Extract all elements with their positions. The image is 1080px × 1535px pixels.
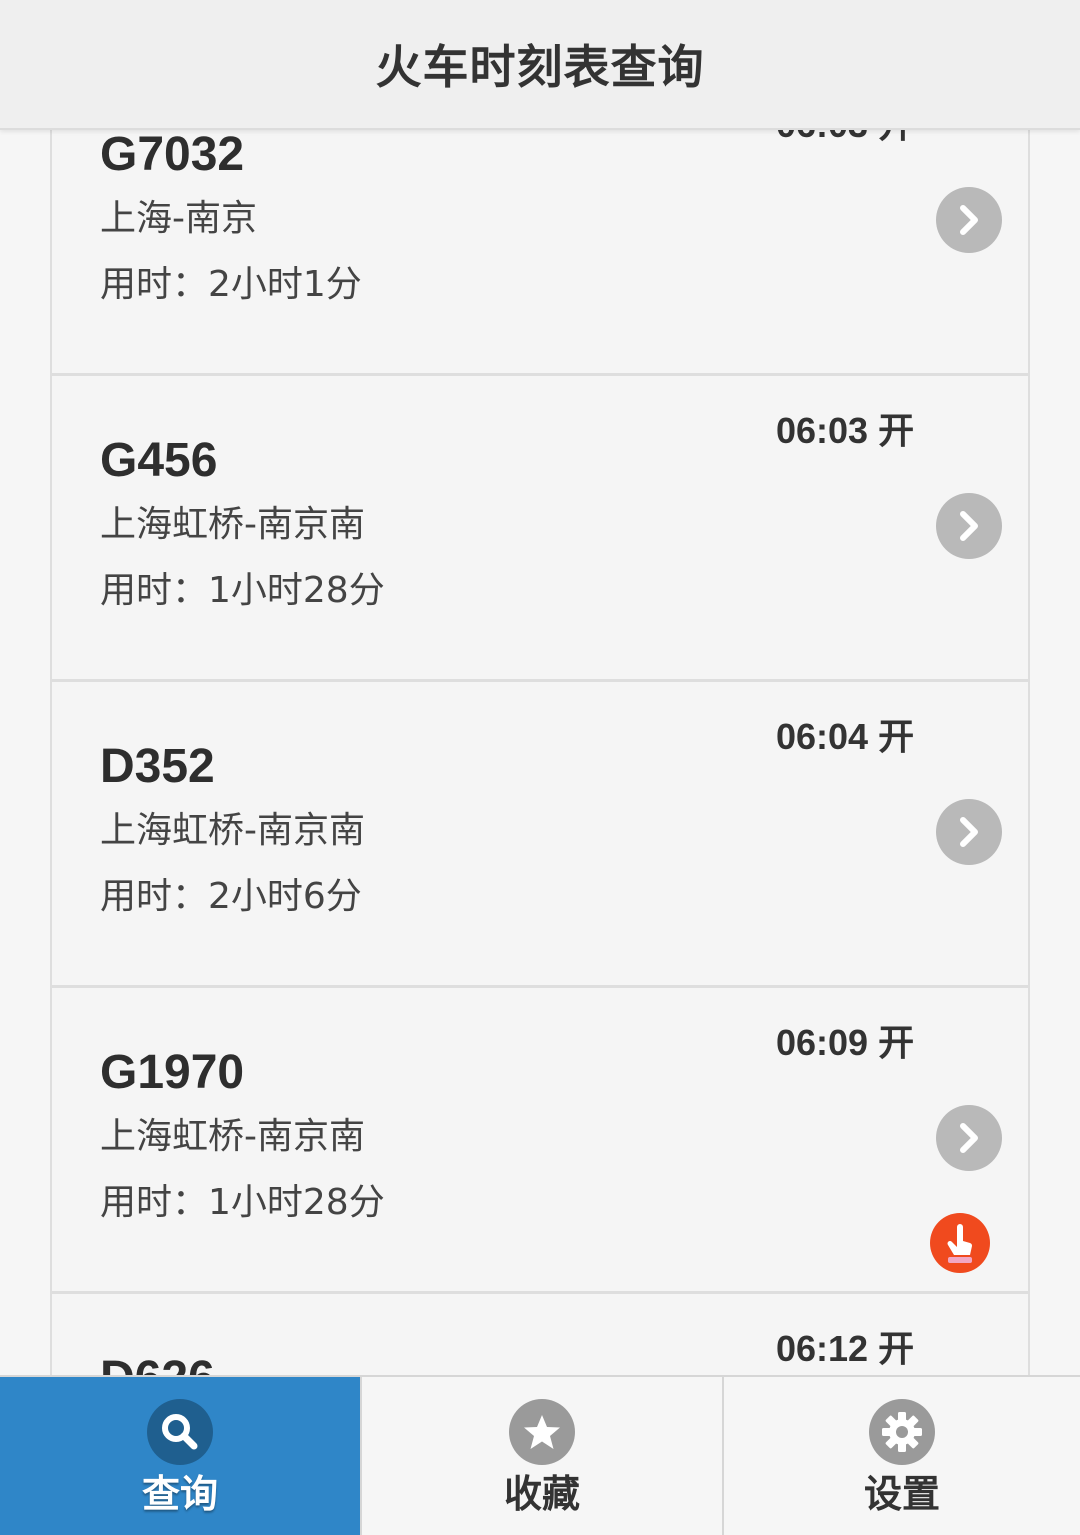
tab-label: 查询 <box>141 1472 218 1516</box>
detail-arrow-button[interactable] <box>936 1105 1002 1171</box>
gear-icon <box>869 1399 935 1465</box>
train-card[interactable]: 06:09 开 G1970 上海虹桥-南京南 用时：1小时28分 <box>50 988 1030 1294</box>
train-number: G7032 <box>100 128 245 181</box>
star-icon <box>509 1399 575 1465</box>
tab-label: 设置 <box>863 1472 940 1516</box>
page-title: 火车时刻表查询 <box>375 40 705 94</box>
train-number: G456 <box>100 434 218 487</box>
departure-time: 06:03 开 <box>776 128 914 147</box>
train-duration: 用时：2小时6分 <box>100 876 362 917</box>
chevron-right-icon <box>960 1123 978 1153</box>
train-number: D352 <box>100 740 215 793</box>
departure-time: 06:03 开 <box>776 410 915 451</box>
train-duration: 用时：2小时1分 <box>100 264 362 305</box>
train-list-viewport[interactable]: 06:03 开 G7032 上海-南京 用时：2小时1分 06:03 开 G45… <box>0 128 1080 1375</box>
tab-settings[interactable]: 设置 <box>722 1377 1080 1535</box>
train-route: 上海虹桥-南京南 <box>100 1116 365 1157</box>
train-number: D626 <box>100 1351 215 1375</box>
train-duration: 用时：1小时28分 <box>100 1182 385 1223</box>
detail-arrow-button[interactable] <box>936 493 1002 559</box>
chevron-right-icon <box>960 511 978 541</box>
detail-arrow-button[interactable] <box>936 187 1002 253</box>
train-list: 06:03 开 G7032 上海-南京 用时：2小时1分 06:03 开 G45… <box>50 128 1030 1375</box>
tab-favorites[interactable]: 收藏 <box>360 1377 722 1535</box>
hand-pointer-icon <box>947 1224 973 1263</box>
tab-search[interactable]: 查询 <box>0 1377 360 1535</box>
app-header: 火车时刻表查询 <box>0 0 1080 130</box>
search-icon <box>147 1399 213 1465</box>
chevron-right-icon <box>960 817 978 847</box>
train-route: 上海-南京 <box>100 198 257 239</box>
train-route: 上海虹桥-南京南 <box>100 504 365 545</box>
touch-pointer-indicator <box>930 1213 990 1273</box>
bottom-tab-bar: 查询 收藏 设置 <box>0 1375 1080 1535</box>
departure-time: 06:12 开 <box>776 1328 915 1369</box>
train-card[interactable]: 06:12 开 D626 <box>50 1294 1030 1375</box>
tab-label: 收藏 <box>503 1472 580 1516</box>
train-card[interactable]: 06:04 开 D352 上海虹桥-南京南 用时：2小时6分 <box>50 682 1030 988</box>
chevron-right-icon <box>960 205 978 235</box>
departure-time: 06:04 开 <box>776 716 915 757</box>
train-duration: 用时：1小时28分 <box>100 570 385 611</box>
train-route: 上海虹桥-南京南 <box>100 810 365 851</box>
train-card[interactable]: 06:03 开 G7032 上海-南京 用时：2小时1分 <box>50 128 1030 376</box>
departure-time: 06:09 开 <box>776 1022 915 1063</box>
detail-arrow-button[interactable] <box>936 799 1002 865</box>
train-number: G1970 <box>100 1046 245 1099</box>
app-screen: 火车时刻表查询 06:03 开 G7032 上海-南京 用时：2小时1分 <box>0 0 1080 1535</box>
train-card[interactable]: 06:03 开 G456 上海虹桥-南京南 用时：1小时28分 <box>50 376 1030 682</box>
